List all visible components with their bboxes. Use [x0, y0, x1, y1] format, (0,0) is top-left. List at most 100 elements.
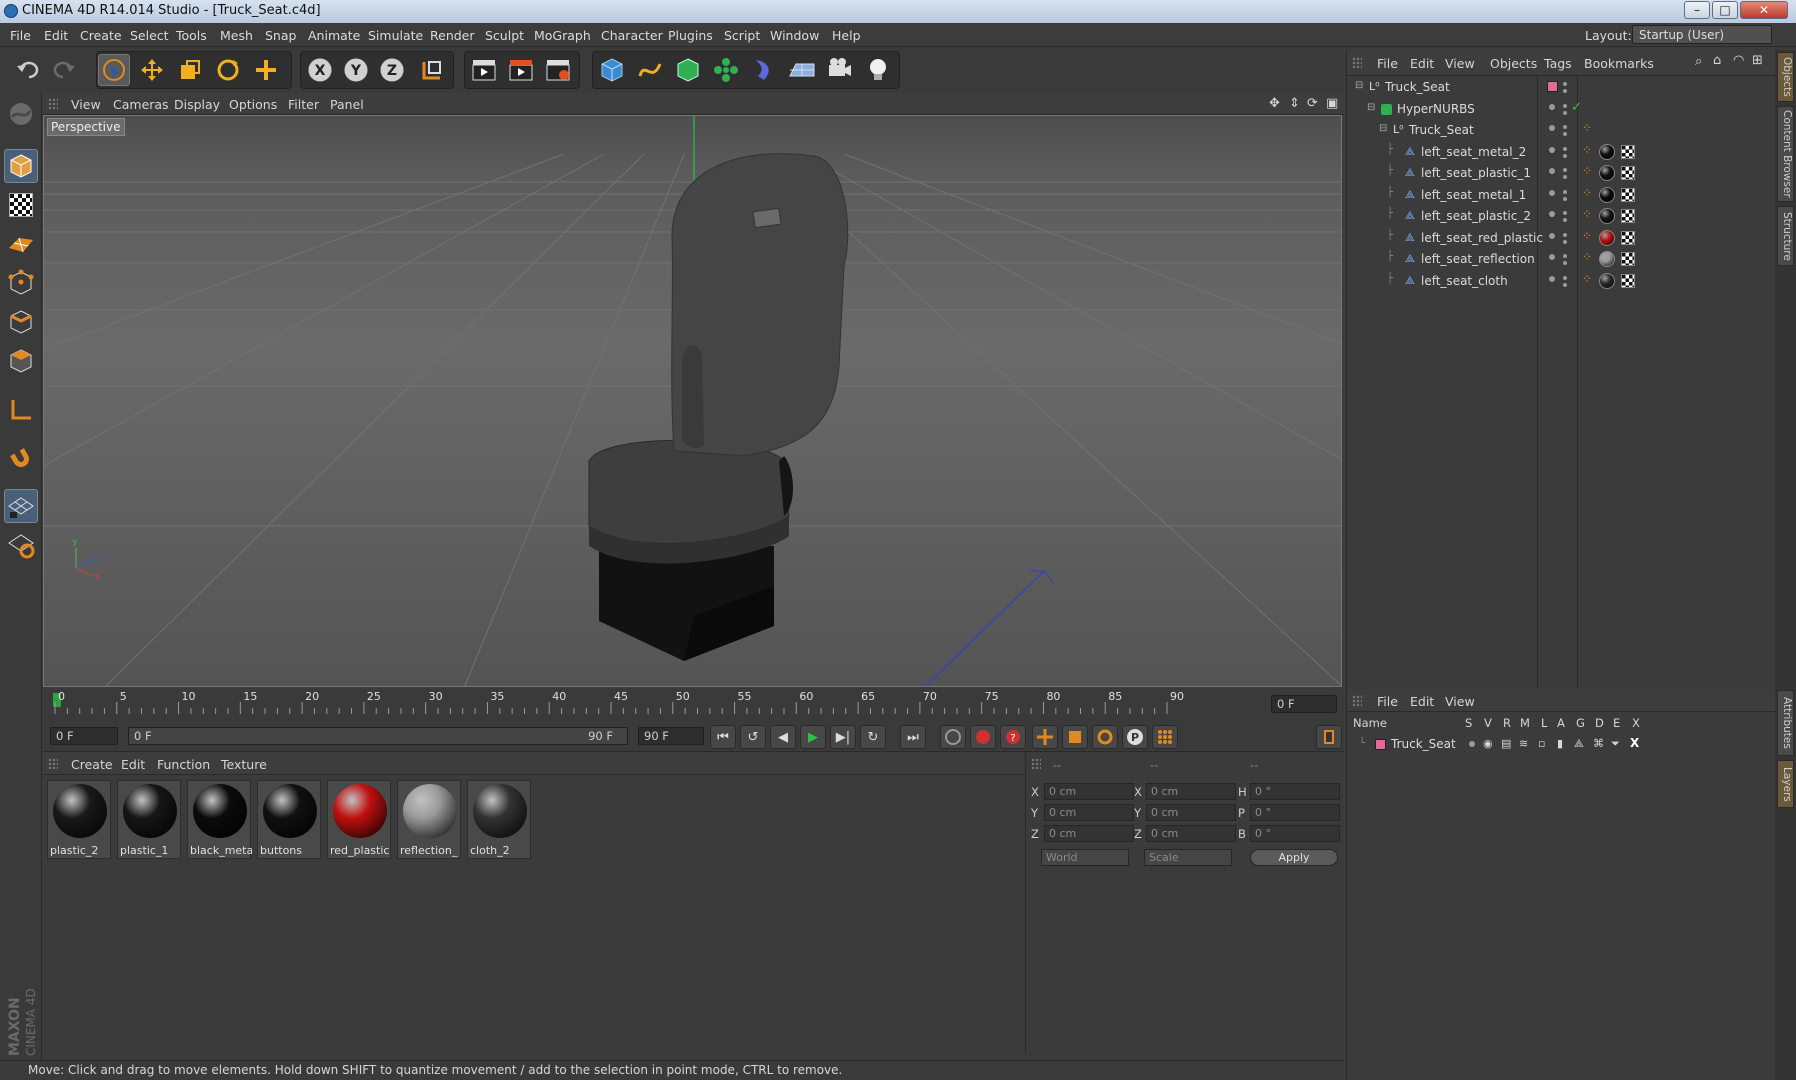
enabled-check-icon[interactable]: ✓ — [1571, 100, 1582, 115]
cube-icon[interactable] — [596, 54, 628, 86]
layer-visible-icon[interactable]: ◉ — [1483, 737, 1493, 750]
menu-simulate[interactable]: Simulate — [368, 28, 423, 43]
texture-tag-icon[interactable] — [1599, 272, 1615, 289]
end-frame-field[interactable]: 90 F — [638, 727, 704, 745]
layer-deformer-icon[interactable]: ⌘ — [1593, 737, 1604, 750]
uvw-tag-icon[interactable] — [1621, 273, 1635, 288]
menu-help[interactable]: Help — [832, 28, 861, 43]
snap-icon[interactable] — [4, 528, 38, 562]
render-visibility-icon[interactable] — [1563, 232, 1567, 237]
render-visibility-icon[interactable] — [1563, 254, 1567, 258]
uvw-tag-icon[interactable] — [1621, 187, 1635, 202]
menu-select[interactable]: Select — [130, 28, 169, 43]
phong-tag-icon[interactable]: ⁘ — [1582, 272, 1592, 286]
toggle-icon[interactable]: ◠ — [1733, 53, 1744, 68]
viewport-menu-view[interactable]: View — [71, 97, 101, 112]
uvw-tag-icon[interactable] — [1621, 252, 1635, 266]
next-key-button[interactable]: ↻ — [860, 725, 886, 749]
key-scale-icon[interactable] — [1062, 725, 1088, 749]
render-settings-icon[interactable] — [542, 54, 574, 86]
render-visibility-icon[interactable] — [1563, 196, 1567, 201]
layer-manager-icon[interactable]: ≋ — [1519, 737, 1528, 750]
material-swatch[interactable]: plastic_2 — [47, 780, 111, 859]
editor-visibility-icon[interactable] — [1549, 232, 1555, 239]
z-axis-icon[interactable]: Z — [376, 54, 408, 86]
apply-button[interactable]: Apply — [1250, 849, 1338, 866]
object-row[interactable]: ⊟ HyperNURBS ✓ — [1347, 99, 1775, 120]
phong-tag-icon[interactable]: ⁘ — [1582, 186, 1592, 200]
object-row[interactable]: ⊟ L⁰ Truck_Seat — [1347, 77, 1775, 98]
editor-visibility-icon[interactable] — [1549, 168, 1555, 174]
uvw-tag-icon[interactable] — [1621, 209, 1635, 223]
material-swatch[interactable]: buttons — [257, 780, 321, 859]
size-y-field[interactable]: 0 cm — [1146, 804, 1236, 821]
position-z-field[interactable]: 0 cm — [1044, 825, 1134, 842]
start-frame-field[interactable]: 0 F — [50, 727, 118, 745]
texture-tag-icon[interactable] — [1599, 251, 1615, 267]
phong-tag-icon[interactable]: ⁘ — [1582, 143, 1592, 157]
object-row[interactable]: ├ ⟁ left_seat_red_plastic ⁘ — [1347, 228, 1775, 249]
key-rotation-icon[interactable] — [1092, 725, 1118, 749]
object-menu-edit[interactable]: Edit — [1410, 56, 1434, 71]
tab-layers[interactable]: Layers — [1777, 760, 1794, 808]
current-frame-field[interactable]: 0 F — [1271, 695, 1337, 713]
search-icon[interactable]: ⌕ — [1695, 54, 1702, 69]
render-visibility-icon[interactable] — [1563, 275, 1567, 280]
phong-tag-icon[interactable]: ⁘ — [1582, 207, 1592, 221]
material-menu-create[interactable]: Create — [71, 757, 113, 772]
menu-edit[interactable]: Edit — [44, 28, 68, 43]
layer-menu-view[interactable]: View — [1445, 694, 1475, 709]
layer-animation-icon[interactable]: ▮ — [1557, 737, 1563, 750]
layer-col-d[interactable]: D — [1595, 716, 1604, 730]
live-select-icon[interactable] — [98, 54, 130, 86]
phong-tag-icon[interactable]: ⁘ — [1582, 164, 1592, 178]
model-mode-icon[interactable] — [4, 149, 38, 183]
rotation-b-field[interactable]: 0 ° — [1250, 825, 1340, 842]
texture-mode-icon[interactable] — [4, 188, 38, 222]
perspective-viewport[interactable]: Y X Z Perspective — [43, 115, 1342, 687]
menu-animate[interactable]: Animate — [308, 28, 360, 43]
object-menu-bookmarks[interactable]: Bookmarks — [1584, 56, 1654, 71]
material-swatch[interactable]: reflection_ — [397, 780, 461, 859]
size-z-field[interactable]: 0 cm — [1146, 825, 1236, 842]
go-to-end-button[interactable]: ⏭ — [900, 725, 926, 749]
workplane-lock-icon[interactable] — [4, 489, 38, 523]
previous-key-button[interactable]: ↺ — [740, 725, 766, 749]
material-swatch[interactable]: red_plastic — [327, 780, 391, 859]
layer-color-swatch[interactable] — [1547, 81, 1558, 92]
timeline-layout-icon[interactable] — [1316, 725, 1342, 749]
redo-icon[interactable] — [48, 54, 80, 86]
close-button[interactable]: ✕ — [1740, 1, 1788, 19]
floor-icon[interactable] — [786, 54, 818, 86]
sculpt-icon[interactable] — [4, 97, 38, 131]
new-panel-icon[interactable]: ⊞ — [1752, 53, 1763, 68]
rotate-icon[interactable] — [212, 54, 244, 86]
home-icon[interactable]: ⌂ — [1713, 53, 1721, 68]
workplane-mode-icon[interactable] — [4, 227, 38, 261]
material-swatch[interactable]: cloth_2 — [467, 780, 531, 859]
viewport-maximize-icon[interactable]: ▣ — [1326, 96, 1338, 111]
layer-expression-icon[interactable]: ⏷ — [1611, 737, 1620, 751]
editor-visibility-icon[interactable] — [1549, 103, 1555, 110]
menu-character[interactable]: Character — [601, 28, 663, 43]
object-row[interactable]: ├ ⟁ left_seat_metal_1 ⁘ — [1347, 185, 1775, 206]
menu-snap[interactable]: Snap — [265, 28, 296, 43]
menu-sculpt[interactable]: Sculpt — [485, 28, 524, 43]
object-menu-tags[interactable]: Tags — [1544, 56, 1572, 71]
render-visibility-icon[interactable] — [1563, 132, 1567, 136]
array-icon[interactable] — [710, 54, 742, 86]
viewport-menu-cameras[interactable]: Cameras — [113, 97, 169, 112]
viewport-menu-display[interactable]: Display — [174, 97, 220, 112]
layer-col-v[interactable]: V — [1484, 716, 1492, 730]
editor-visibility-icon[interactable] — [1549, 146, 1555, 153]
expand-toggle-icon[interactable]: ⊟ — [1367, 102, 1375, 113]
magnet-icon[interactable] — [4, 442, 38, 476]
render-visibility-icon[interactable] — [1563, 189, 1567, 194]
render-visibility-icon[interactable] — [1563, 175, 1567, 179]
maximize-button[interactable]: □ — [1712, 1, 1738, 19]
editor-visibility-icon[interactable] — [1549, 211, 1555, 217]
material-menu-edit[interactable]: Edit — [121, 757, 145, 772]
key-position-icon[interactable] — [1032, 725, 1058, 749]
nurbs-icon[interactable] — [672, 54, 704, 86]
object-row[interactable]: ⊟ L⁰ Truck_Seat ⁘ — [1347, 120, 1775, 141]
